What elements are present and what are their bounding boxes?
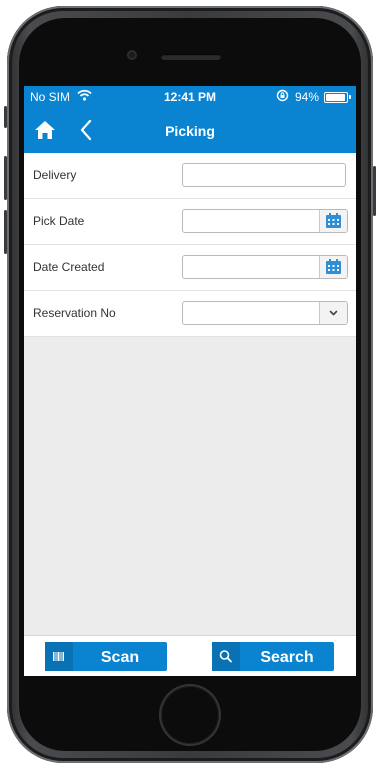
mute-switch xyxy=(4,106,7,128)
barcode-icon xyxy=(45,642,73,671)
pick-date-label: Pick Date xyxy=(33,214,85,228)
calendar-icon[interactable] xyxy=(319,256,347,278)
scan-button[interactable]: Scan xyxy=(45,642,167,671)
search-label: Search xyxy=(260,649,314,666)
rotation-lock-icon xyxy=(276,89,289,105)
picking-form: Delivery Pick Date Date Created Reservat… xyxy=(24,153,356,337)
power-button xyxy=(373,166,376,216)
home-button[interactable] xyxy=(161,686,219,744)
reservation-no-label: Reservation No xyxy=(33,306,116,320)
footer-toolbar: Scan Search xyxy=(24,635,356,676)
delivery-input[interactable] xyxy=(182,163,346,187)
chevron-down-icon xyxy=(329,310,338,316)
earpiece-speaker xyxy=(161,54,221,60)
battery-percent: 94% xyxy=(295,90,320,104)
delivery-label: Delivery xyxy=(33,168,77,182)
scan-label: Scan xyxy=(100,649,140,666)
dropdown-button[interactable] xyxy=(319,302,347,324)
form-row-reservation-no: Reservation No xyxy=(24,291,356,337)
battery-icon xyxy=(324,92,351,103)
form-row-pick-date: Pick Date xyxy=(24,199,356,245)
reservation-no-select[interactable] xyxy=(182,301,348,325)
form-row-delivery: Delivery xyxy=(24,153,356,199)
date-created-input[interactable] xyxy=(182,255,348,279)
pick-date-input[interactable] xyxy=(182,209,348,233)
front-camera xyxy=(127,50,137,60)
search-button[interactable]: Search xyxy=(212,642,334,671)
volume-up-button xyxy=(4,156,7,200)
form-row-date-created: Date Created xyxy=(24,245,356,291)
status-bar: No SIM 12:41 PM 94% xyxy=(24,86,356,108)
app-header: Picking xyxy=(24,108,356,153)
calendar-icon[interactable] xyxy=(319,210,347,232)
date-created-label: Date Created xyxy=(33,260,105,274)
volume-down-button xyxy=(4,210,7,254)
app-screen: No SIM 12:41 PM 94% Picking Delivery Pic… xyxy=(24,86,356,676)
search-icon xyxy=(212,642,240,671)
page-title: Picking xyxy=(165,123,215,139)
